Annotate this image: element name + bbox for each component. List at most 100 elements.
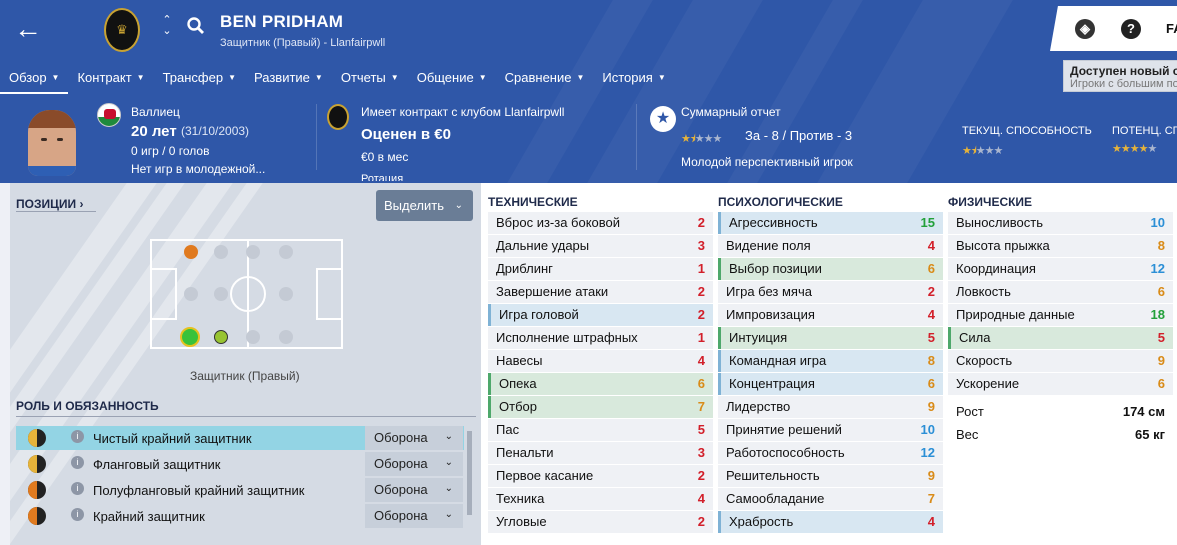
attribute-row[interactable]: Агрессивность 15 [718, 212, 943, 234]
tab-development[interactable]: Развитие ▼ [245, 68, 332, 94]
highlight-dropdown[interactable]: Выделить ⌄ [376, 190, 473, 221]
attribute-row[interactable]: Пас 5 [488, 419, 713, 441]
attribute-row[interactable]: Первое касание 2 [488, 465, 713, 487]
position-dot[interactable] [279, 330, 293, 344]
attribute-row[interactable]: Решительность 9 [718, 465, 943, 487]
attribute-row[interactable]: Импровизация 4 [718, 304, 943, 326]
attribute-row[interactable]: Вброс из-за боковой 2 [488, 212, 713, 234]
roles-scrollbar[interactable] [467, 431, 472, 515]
position-dot[interactable] [246, 330, 260, 344]
attribute-row[interactable]: Координация 12 [948, 258, 1173, 280]
attribute-row[interactable]: Концентрация 6 [718, 373, 943, 395]
attribute-row[interactable]: Отбор 7 [488, 396, 713, 418]
positions-header[interactable]: ПОЗИЦИИ › [16, 197, 96, 212]
prev-next-player-arrows[interactable]: ⌃ ⌄ [160, 15, 174, 37]
role-row[interactable]: i Полуфланговый крайний защитник Оборона… [16, 478, 464, 502]
attribute-row[interactable]: Завершение атаки 2 [488, 281, 713, 303]
scout-report-star-icon[interactable]: ★ [650, 106, 676, 132]
position-dot[interactable] [184, 287, 198, 301]
attribute-row[interactable]: Природные данные 18 [948, 304, 1173, 326]
tab-comparison[interactable]: Сравнение ▼ [496, 68, 594, 94]
tab-transfer[interactable]: Трансфер ▼ [154, 68, 245, 94]
position-label: Защитник (Правый) [190, 369, 300, 383]
attribute-row[interactable]: Исполнение штрафных 1 [488, 327, 713, 349]
attribute-row[interactable]: Скорость 9 [948, 350, 1173, 372]
position-dot-selected[interactable] [180, 327, 200, 347]
attribute-value: 7 [697, 399, 705, 414]
tab-history[interactable]: История ▼ [593, 68, 674, 94]
position-dot[interactable] [279, 287, 293, 301]
attribute-row[interactable]: Дальние удары 3 [488, 235, 713, 257]
duty-select[interactable]: Оборона ⌄ [365, 452, 463, 476]
potential-ability-stars: ★★★★★ [1112, 143, 1157, 155]
position-dot[interactable] [279, 245, 293, 259]
attribute-row[interactable]: Командная игра 8 [718, 350, 943, 372]
tab-overview[interactable]: Обзор ▼ [0, 68, 69, 94]
attribute-name: Лидерство [726, 399, 791, 414]
attribute-row[interactable]: Ловкость 6 [948, 281, 1173, 303]
contract-club-crest-icon[interactable] [327, 104, 349, 130]
help-icon[interactable]: ? [1121, 19, 1141, 39]
attribute-name: Скорость [956, 353, 1013, 368]
attribute-value: 15 [920, 215, 935, 230]
attribute-value: 9 [1157, 353, 1165, 368]
attribute-value: 4 [697, 353, 705, 368]
attribute-row[interactable]: Выносливость 10 [948, 212, 1173, 234]
attribute-row[interactable]: Высота прыжка 8 [948, 235, 1173, 257]
attribute-row[interactable]: Самообладание 7 [718, 488, 943, 510]
attribute-name: Храбрость [729, 514, 794, 529]
attribute-value: 6 [1157, 376, 1165, 391]
position-dot[interactable] [184, 245, 198, 259]
attributes-panel: ТЕХНИЧЕСКИЕ ПСИХОЛОГИЧЕСКИЕ ФИЗИЧЕСКИЕ В… [481, 183, 1177, 545]
position-dot[interactable] [246, 245, 260, 259]
club-crest-icon[interactable]: ♛ [104, 8, 140, 52]
tab-contract[interactable]: Контракт ▼ [68, 68, 153, 94]
position-dot[interactable] [214, 330, 228, 344]
wales-flag-icon[interactable] [97, 103, 121, 127]
position-dot[interactable] [214, 245, 228, 259]
tab-interaction[interactable]: Общение ▼ [408, 68, 496, 94]
tab-reports[interactable]: Отчеты ▼ [332, 68, 408, 94]
new-content-notice[interactable]: Доступен новый со Игроки с большим по [1063, 60, 1177, 92]
attribute-row[interactable]: Техника 4 [488, 488, 713, 510]
globe-icon[interactable]: ◈ [1075, 19, 1095, 39]
attribute-row[interactable]: Пенальти 3 [488, 442, 713, 464]
info-icon[interactable]: i [71, 508, 84, 521]
attribute-row[interactable]: Игра головой 2 [488, 304, 713, 326]
games-goals: 0 игр / 0 голов [131, 144, 210, 158]
attribute-value: 4 [697, 491, 705, 506]
report-star-rating: ★⯨★★★ [681, 133, 722, 145]
duty-select[interactable]: Оборона ⌄ [365, 478, 463, 502]
duty-select[interactable]: Оборона ⌄ [365, 426, 463, 450]
nationality: Валлиец [131, 105, 180, 119]
attribute-row[interactable]: Сила 5 [948, 327, 1173, 349]
role-row[interactable]: i Фланговый защитник Оборона ⌄ [16, 452, 464, 476]
attribute-name: Координация [956, 261, 1036, 276]
info-icon[interactable]: i [71, 456, 84, 469]
attribute-row[interactable]: Навесы 4 [488, 350, 713, 372]
attribute-row[interactable]: Угловые 2 [488, 511, 713, 533]
attribute-name: Исполнение штрафных [496, 330, 638, 345]
attribute-row[interactable]: Видение поля 4 [718, 235, 943, 257]
info-icon[interactable]: i [71, 430, 84, 443]
attribute-row[interactable]: Лидерство 9 [718, 396, 943, 418]
attribute-row[interactable]: Выбор позиции 6 [718, 258, 943, 280]
role-row[interactable]: i Крайний защитник Оборона ⌄ [16, 504, 464, 528]
position-dot[interactable] [214, 287, 228, 301]
attribute-row[interactable]: Ускорение 6 [948, 373, 1173, 395]
attribute-row[interactable]: Интуиция 5 [718, 327, 943, 349]
attribute-row[interactable]: Дриблинг 1 [488, 258, 713, 280]
attribute-value: 2 [697, 514, 705, 529]
role-suitability-icon [28, 481, 46, 499]
role-row[interactable]: i Чистый крайний защитник Оборона ⌄ [16, 426, 464, 450]
attribute-row[interactable]: Принятие решений 10 [718, 419, 943, 441]
attribute-row[interactable]: Работоспособность 12 [718, 442, 943, 464]
attribute-row[interactable]: Храбрость 4 [718, 511, 943, 533]
back-arrow-icon[interactable]: ← [14, 14, 44, 44]
duty-select[interactable]: Оборона ⌄ [365, 504, 463, 528]
attribute-row[interactable]: Опека 6 [488, 373, 713, 395]
attribute-row[interactable]: Игра без мяча 2 [718, 281, 943, 303]
attribute-value: 6 [1157, 284, 1165, 299]
search-icon[interactable] [186, 16, 206, 36]
info-icon[interactable]: i [71, 482, 84, 495]
